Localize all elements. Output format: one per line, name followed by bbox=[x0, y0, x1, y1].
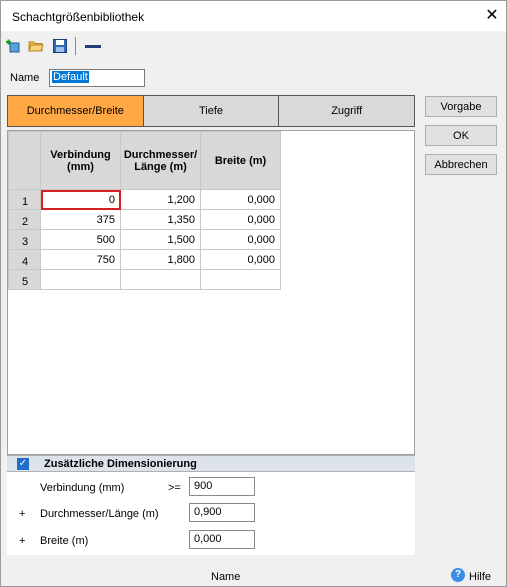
dimension-label-verbindung: Verbindung (mm) bbox=[40, 482, 125, 494]
table-cell[interactable] bbox=[120, 269, 201, 290]
header-line: Breite (m) bbox=[214, 154, 267, 167]
dimension-input-durchmesser[interactable]: 0,900 bbox=[189, 503, 255, 522]
column-header-durchmesser[interactable]: Durchmesser/Länge (m) bbox=[120, 131, 201, 190]
table-cell[interactable]: 0,000 bbox=[200, 189, 281, 210]
header-line: Länge (m) bbox=[134, 160, 187, 173]
table-panel: Verbindung (mm) Durchmesser/Länge (m) Bre… bbox=[7, 130, 415, 455]
column-header-breite[interactable]: Breite (m) bbox=[200, 131, 281, 190]
table-row: 5 bbox=[8, 269, 281, 290]
minus-icon[interactable] bbox=[82, 38, 102, 57]
add-icon[interactable] bbox=[5, 38, 21, 57]
close-icon[interactable]: ✕ bbox=[481, 5, 503, 27]
dimension-area: Verbindung (mm) >= 900 + Durchmesser/Län… bbox=[7, 472, 415, 555]
table-cell[interactable]: 1,500 bbox=[120, 229, 201, 250]
row-number[interactable]: 4 bbox=[8, 249, 41, 270]
dimension-checkbox[interactable]: ✓ bbox=[17, 458, 29, 470]
title-bar: Schachtgrößenbibliothek ✕ bbox=[1, 1, 506, 31]
name-input-value: Default bbox=[52, 71, 89, 83]
table-header-row: Verbindung (mm) Durchmesser/Länge (m) Bre… bbox=[8, 131, 281, 190]
status-name: Name bbox=[211, 571, 241, 583]
tab-tiefe[interactable]: Tiefe bbox=[144, 96, 280, 126]
abbrechen-button[interactable]: Abbrechen bbox=[425, 154, 497, 175]
ok-button[interactable]: OK bbox=[425, 125, 497, 146]
size-table: Verbindung (mm) Durchmesser/Länge (m) Bre… bbox=[8, 131, 281, 290]
row-number[interactable]: 2 bbox=[8, 209, 41, 230]
header-line: (mm) bbox=[67, 160, 94, 173]
dimension-label-breite: Breite (m) bbox=[40, 535, 89, 547]
help-icon[interactable]: ? bbox=[451, 568, 465, 582]
table-cell[interactable] bbox=[200, 269, 281, 290]
row-number[interactable]: 1 bbox=[8, 189, 41, 210]
table-cell[interactable]: 375 bbox=[40, 209, 121, 230]
name-label: Name bbox=[10, 72, 40, 84]
table-cell[interactable] bbox=[40, 269, 121, 290]
vorgabe-button[interactable]: Vorgabe bbox=[425, 96, 497, 117]
status-bar: Name ? Hilfe bbox=[1, 565, 506, 586]
table-row: 3 500 1,500 0,000 bbox=[8, 229, 281, 250]
dimension-plus: + bbox=[19, 535, 26, 547]
open-folder-icon[interactable] bbox=[28, 38, 44, 57]
column-header-verbindung[interactable]: Verbindung (mm) bbox=[40, 131, 121, 190]
row-number[interactable]: 3 bbox=[8, 229, 41, 250]
table-corner bbox=[8, 131, 41, 190]
table-row: 1 0 1,200 0,000 bbox=[8, 189, 281, 210]
dimension-operator: >= bbox=[168, 482, 181, 494]
table-cell[interactable]: 0,000 bbox=[200, 209, 281, 230]
help-link[interactable]: Hilfe bbox=[469, 571, 491, 583]
name-input[interactable]: Default bbox=[49, 69, 145, 87]
dimension-title: Zusätzliche Dimensionierung bbox=[44, 458, 197, 470]
dimension-header: ✓ Zusätzliche Dimensionierung bbox=[7, 455, 415, 472]
table-cell[interactable]: 750 bbox=[40, 249, 121, 270]
table-row: 2 375 1,350 0,000 bbox=[8, 209, 281, 230]
table-cell[interactable]: 0,000 bbox=[200, 249, 281, 270]
header-line: Durchmesser/ bbox=[123, 148, 198, 161]
table-cell[interactable]: 0 bbox=[40, 189, 121, 210]
toolbar-separator bbox=[75, 37, 76, 55]
table-cell[interactable]: 1,800 bbox=[120, 249, 201, 270]
table-cell[interactable]: 1,350 bbox=[120, 209, 201, 230]
save-icon[interactable] bbox=[52, 38, 68, 57]
window-title: Schachtgrößenbibliothek bbox=[12, 10, 145, 24]
tab-bar: Durchmesser/Breite Tiefe Zugriff bbox=[7, 95, 415, 127]
dimension-input-verbindung[interactable]: 900 bbox=[189, 477, 255, 496]
dimension-input-breite[interactable]: 0,000 bbox=[189, 530, 255, 549]
header-line: Verbindung bbox=[50, 148, 111, 161]
row-number[interactable]: 5 bbox=[8, 269, 41, 290]
table-cell[interactable]: 500 bbox=[40, 229, 121, 250]
table-cell[interactable]: 0,000 bbox=[200, 229, 281, 250]
dimension-label-durchmesser: Durchmesser/Länge (m) bbox=[40, 508, 159, 520]
dimension-plus: + bbox=[19, 508, 26, 520]
table-cell[interactable]: 1,200 bbox=[120, 189, 201, 210]
tab-zugriff[interactable]: Zugriff bbox=[279, 96, 414, 126]
table-row: 4 750 1,800 0,000 bbox=[8, 249, 281, 270]
tab-durchmesser-breite[interactable]: Durchmesser/Breite bbox=[8, 96, 144, 126]
